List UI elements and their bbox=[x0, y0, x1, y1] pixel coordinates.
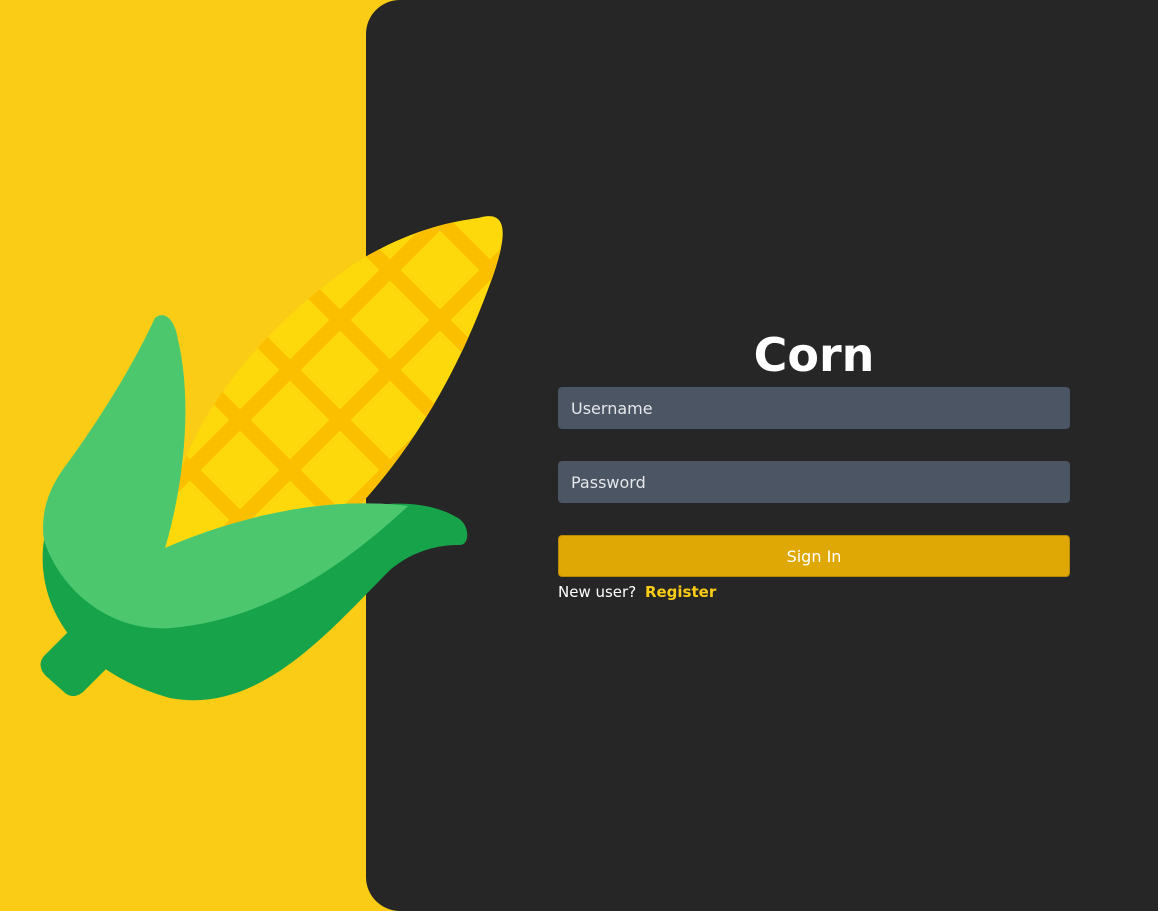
register-row: New user? Register bbox=[558, 582, 1070, 602]
login-page: Corn Sign In New user? Register bbox=[0, 0, 1158, 911]
login-form: Corn Sign In New user? Register bbox=[558, 326, 1070, 602]
sign-in-button[interactable]: Sign In bbox=[558, 535, 1070, 577]
new-user-text: New user? bbox=[558, 583, 637, 601]
app-title: Corn bbox=[753, 328, 875, 382]
register-link[interactable]: Register bbox=[645, 583, 716, 601]
username-input[interactable] bbox=[558, 387, 1070, 429]
password-input[interactable] bbox=[558, 461, 1070, 503]
corn-icon bbox=[40, 216, 503, 701]
